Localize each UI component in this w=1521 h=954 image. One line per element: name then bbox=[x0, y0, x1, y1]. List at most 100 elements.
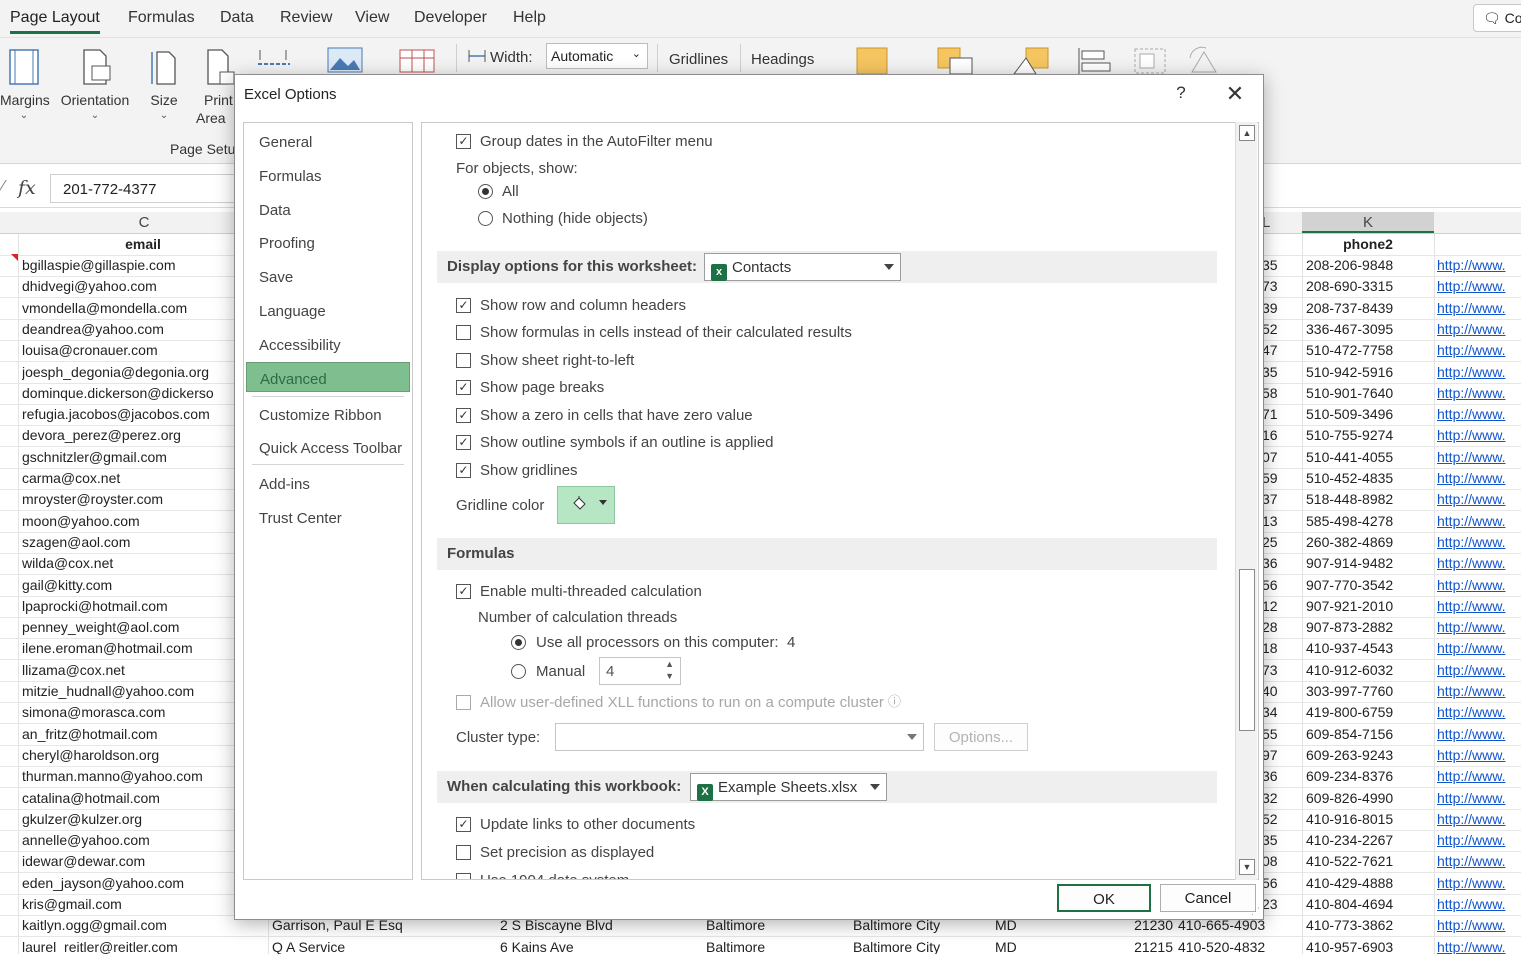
manual-threads-radio[interactable] bbox=[511, 664, 526, 679]
email-cell[interactable]: refugia.jacobos@jacobos.com bbox=[22, 404, 267, 425]
tab-help[interactable]: Help bbox=[513, 9, 546, 27]
phone2-cell[interactable]: 208-737-8439 bbox=[1306, 298, 1432, 319]
phone2-cell[interactable]: 609-263-9243 bbox=[1306, 745, 1432, 766]
web-link-cell[interactable]: http://www. bbox=[1437, 745, 1521, 766]
email-cell[interactable]: catalina@hotmail.com bbox=[22, 788, 267, 809]
help-icon[interactable]: ? bbox=[1171, 83, 1191, 103]
phone1-cell[interactable]: 25 bbox=[1262, 532, 1300, 553]
workbook-select[interactable]: X Example Sheets.xlsx bbox=[690, 773, 887, 801]
phone2-cell[interactable]: 510-452-4835 bbox=[1306, 468, 1432, 489]
phone2-cell[interactable]: 208-206-9848 bbox=[1306, 255, 1432, 276]
county-cell[interactable]: Baltimore City bbox=[853, 937, 991, 954]
web-link-cell[interactable]: http://www. bbox=[1437, 638, 1521, 659]
phone2-cell[interactable]: 208-690-3315 bbox=[1306, 276, 1432, 297]
email-cell[interactable]: carma@cox.net bbox=[22, 468, 267, 489]
email-cell[interactable]: idewar@dewar.com bbox=[22, 851, 267, 872]
phone1-cell[interactable]: 35 bbox=[1262, 362, 1300, 383]
phone2-cell[interactable]: 907-873-2882 bbox=[1306, 617, 1432, 638]
margins-button[interactable]: Margins ⌄ bbox=[0, 48, 50, 121]
email-cell[interactable]: gail@kitty.com bbox=[22, 575, 267, 596]
close-icon[interactable]: ✕ bbox=[1223, 81, 1247, 107]
phone1-cell[interactable]: 40 bbox=[1262, 681, 1300, 702]
web-link-cell[interactable]: http://www. bbox=[1437, 362, 1521, 383]
email-cell[interactable]: szagen@aol.com bbox=[22, 532, 267, 553]
phone1-cell[interactable]: 52 bbox=[1262, 319, 1300, 340]
phone2-cell[interactable]: 410-522-7621 bbox=[1306, 851, 1432, 872]
update-links-checkbox[interactable]: ✓ bbox=[456, 817, 471, 832]
phone2-cell[interactable]: 510-901-7640 bbox=[1306, 383, 1432, 404]
phone2-cell[interactable]: 410-804-4694 bbox=[1306, 894, 1432, 915]
email-cell[interactable]: joesph_degonia@degonia.org bbox=[22, 362, 267, 383]
email-cell[interactable]: deandrea@yahoo.com bbox=[22, 319, 267, 340]
nav-item-language[interactable]: Language bbox=[246, 295, 410, 325]
phone2-cell[interactable]: 336-467-3095 bbox=[1306, 319, 1432, 340]
nav-item-formulas[interactable]: Formulas bbox=[246, 160, 410, 190]
use-all-processors-radio[interactable] bbox=[511, 635, 526, 650]
email-cell[interactable]: wilda@cox.net bbox=[22, 553, 267, 574]
phone1-cell[interactable]: 12 bbox=[1262, 596, 1300, 617]
phone2-cell[interactable]: 510-509-3496 bbox=[1306, 404, 1432, 425]
show-gridlines-checkbox[interactable]: ✓ bbox=[456, 463, 471, 478]
phone1-cell[interactable]: 37 bbox=[1262, 489, 1300, 510]
nav-item-customize-ribbon[interactable]: Customize Ribbon bbox=[246, 399, 410, 429]
ok-button[interactable]: OK bbox=[1057, 884, 1151, 912]
phone2-cell[interactable]: 609-826-4990 bbox=[1306, 788, 1432, 809]
phone1-cell[interactable]: 410-520-4832 bbox=[1178, 937, 1300, 954]
web-link-cell[interactable]: http://www. bbox=[1437, 255, 1521, 276]
phone1-cell[interactable]: 34 bbox=[1262, 702, 1300, 723]
phone2-cell[interactable]: 907-770-3542 bbox=[1306, 575, 1432, 596]
phone1-cell[interactable]: 08 bbox=[1262, 851, 1300, 872]
email-cell[interactable]: kaitlyn.ogg@gmail.com bbox=[22, 915, 267, 936]
phone1-cell[interactable]: 32 bbox=[1262, 788, 1300, 809]
resize-grip-icon[interactable]: ⋰ bbox=[1251, 906, 1260, 917]
city-cell[interactable]: Baltimore bbox=[706, 937, 848, 954]
email-cell[interactable]: eden_jayson@yahoo.com bbox=[22, 873, 267, 894]
nav-item-save[interactable]: Save bbox=[246, 261, 410, 291]
web-link-cell[interactable]: http://www. bbox=[1437, 532, 1521, 553]
web-link-cell[interactable]: http://www. bbox=[1437, 724, 1521, 745]
phone2-cell[interactable]: 410-429-4888 bbox=[1306, 873, 1432, 894]
web-link-cell[interactable]: http://www. bbox=[1437, 276, 1521, 297]
show-rtl-checkbox[interactable] bbox=[456, 353, 471, 368]
phone1-cell[interactable]: 39 bbox=[1262, 298, 1300, 319]
nav-item-quick-access-toolbar[interactable]: Quick Access Toolbar bbox=[246, 432, 410, 462]
nav-item-advanced[interactable]: Advanced bbox=[246, 362, 410, 392]
email-cell[interactable]: mitzie_hudnall@yahoo.com bbox=[22, 681, 267, 702]
web-link-cell[interactable]: http://www. bbox=[1437, 425, 1521, 446]
show-outline-checkbox[interactable]: ✓ bbox=[456, 435, 471, 450]
allow-xll-checkbox[interactable] bbox=[456, 695, 471, 710]
phone1-cell[interactable]: 13 bbox=[1262, 511, 1300, 532]
nav-item-accessibility[interactable]: Accessibility bbox=[246, 329, 410, 359]
email-cell[interactable]: moon@yahoo.com bbox=[22, 511, 267, 532]
email-cell[interactable]: penney_weight@aol.com bbox=[22, 617, 267, 638]
size-button[interactable]: Size ⌄ bbox=[144, 48, 184, 121]
phone1-cell[interactable]: 47 bbox=[1262, 340, 1300, 361]
email-cell[interactable]: an_fritz@hotmail.com bbox=[22, 724, 267, 745]
phone1-cell[interactable]: 73 bbox=[1262, 660, 1300, 681]
web-link-cell[interactable]: http://www. bbox=[1437, 894, 1521, 915]
email-cell[interactable]: simona@morasca.com bbox=[22, 702, 267, 723]
phone1-cell[interactable]: 36 bbox=[1262, 766, 1300, 787]
objects-all-radio[interactable] bbox=[478, 184, 493, 199]
nav-item-add-ins[interactable]: Add-ins bbox=[246, 468, 410, 498]
email-cell[interactable]: gkulzer@kulzer.org bbox=[22, 809, 267, 830]
email-cell[interactable]: mroyster@royster.com bbox=[22, 489, 267, 510]
cluster-options-button[interactable]: Options... bbox=[934, 723, 1028, 751]
show-zero-checkbox[interactable]: ✓ bbox=[456, 408, 471, 423]
phone2-cell[interactable]: 410-937-4543 bbox=[1306, 638, 1432, 659]
tab-view[interactable]: View bbox=[355, 9, 389, 27]
show-page-breaks-checkbox[interactable]: ✓ bbox=[456, 380, 471, 395]
email-cell[interactable]: vmondella@mondella.com bbox=[22, 298, 267, 319]
cluster-type-select[interactable] bbox=[555, 723, 924, 751]
email-cell[interactable]: louisa@cronauer.com bbox=[22, 340, 267, 361]
tab-formulas[interactable]: Formulas bbox=[128, 9, 195, 27]
phone2-cell[interactable]: 907-921-2010 bbox=[1306, 596, 1432, 617]
web-link-cell[interactable]: http://www. bbox=[1437, 681, 1521, 702]
show-formulas-checkbox[interactable] bbox=[456, 325, 471, 340]
email-cell[interactable]: lpaprocki@hotmail.com bbox=[22, 596, 267, 617]
phone2-cell[interactable]: 410-773-3862 bbox=[1306, 915, 1432, 936]
phone1-cell[interactable]: 35 bbox=[1262, 830, 1300, 851]
objects-nothing-radio[interactable] bbox=[478, 211, 493, 226]
web-link-cell[interactable]: http://www. bbox=[1437, 511, 1521, 532]
column-label-email[interactable]: email bbox=[20, 234, 266, 255]
